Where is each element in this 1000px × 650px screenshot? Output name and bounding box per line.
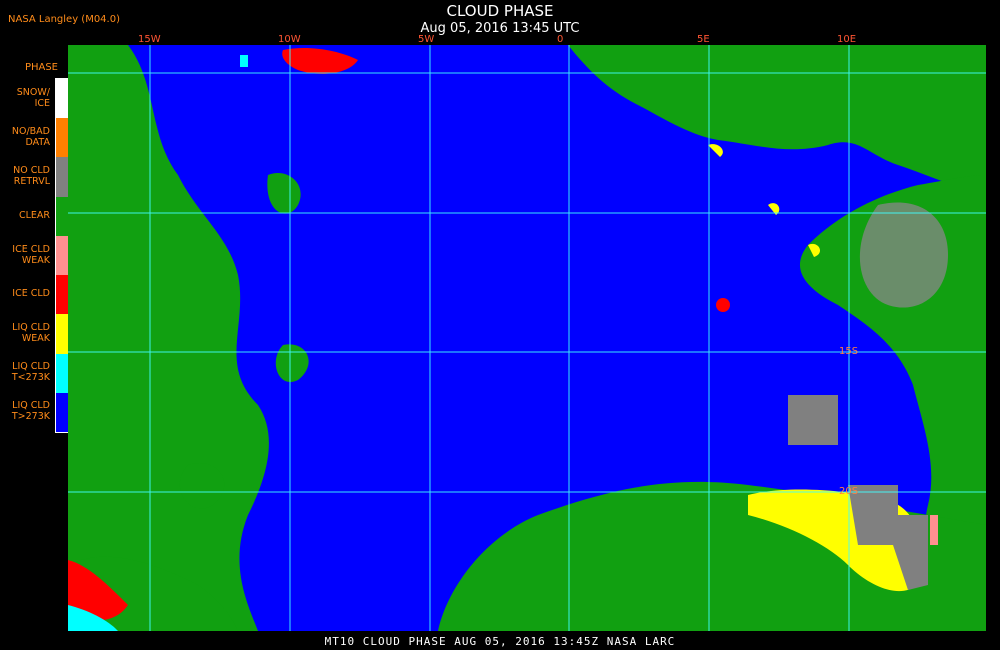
longitude-label: 10E <box>837 34 857 45</box>
longitude-label: 0 <box>557 34 564 45</box>
cloud-phase-map <box>68 45 986 631</box>
map-title: CLOUD PHASE <box>446 2 554 20</box>
longitude-label: 10W <box>278 34 301 45</box>
longitude-label: 5E <box>697 34 710 45</box>
liquid-cloud-cold-small <box>240 55 248 67</box>
legend-label: LIQ CLD T>273K <box>11 400 50 423</box>
legend-label: ICE CLD WEAK <box>12 243 50 266</box>
no-retrieval-gray-mid <box>788 395 838 445</box>
ice-cloud-small <box>716 298 730 312</box>
longitude-label: 5W <box>418 34 435 45</box>
legend-label: ICE CLD <box>12 288 50 300</box>
land-gray-region <box>859 202 948 308</box>
legend-label: NO CLD RETRVL <box>13 165 50 188</box>
legend-label: CLEAR <box>18 209 50 221</box>
footer-caption: MT10 CLOUD PHASE AUG 05, 2016 13:45Z NAS… <box>324 635 676 648</box>
latitude-label: 20S <box>839 486 859 497</box>
legend-label: SNOW/ ICE <box>16 86 50 109</box>
legend-title: PHASE <box>24 62 58 73</box>
legend-label: NO/BAD DATA <box>11 125 50 148</box>
longitude-label: 15W <box>138 34 161 45</box>
ice-cloud-weak <box>930 515 938 545</box>
legend-label: LIQ CLD T<273K <box>11 361 50 384</box>
credit-label: NASA Langley (M04.0) <box>8 14 120 25</box>
legend-label: LIQ CLD WEAK <box>12 321 50 344</box>
latitude-label: 15S <box>839 346 859 357</box>
